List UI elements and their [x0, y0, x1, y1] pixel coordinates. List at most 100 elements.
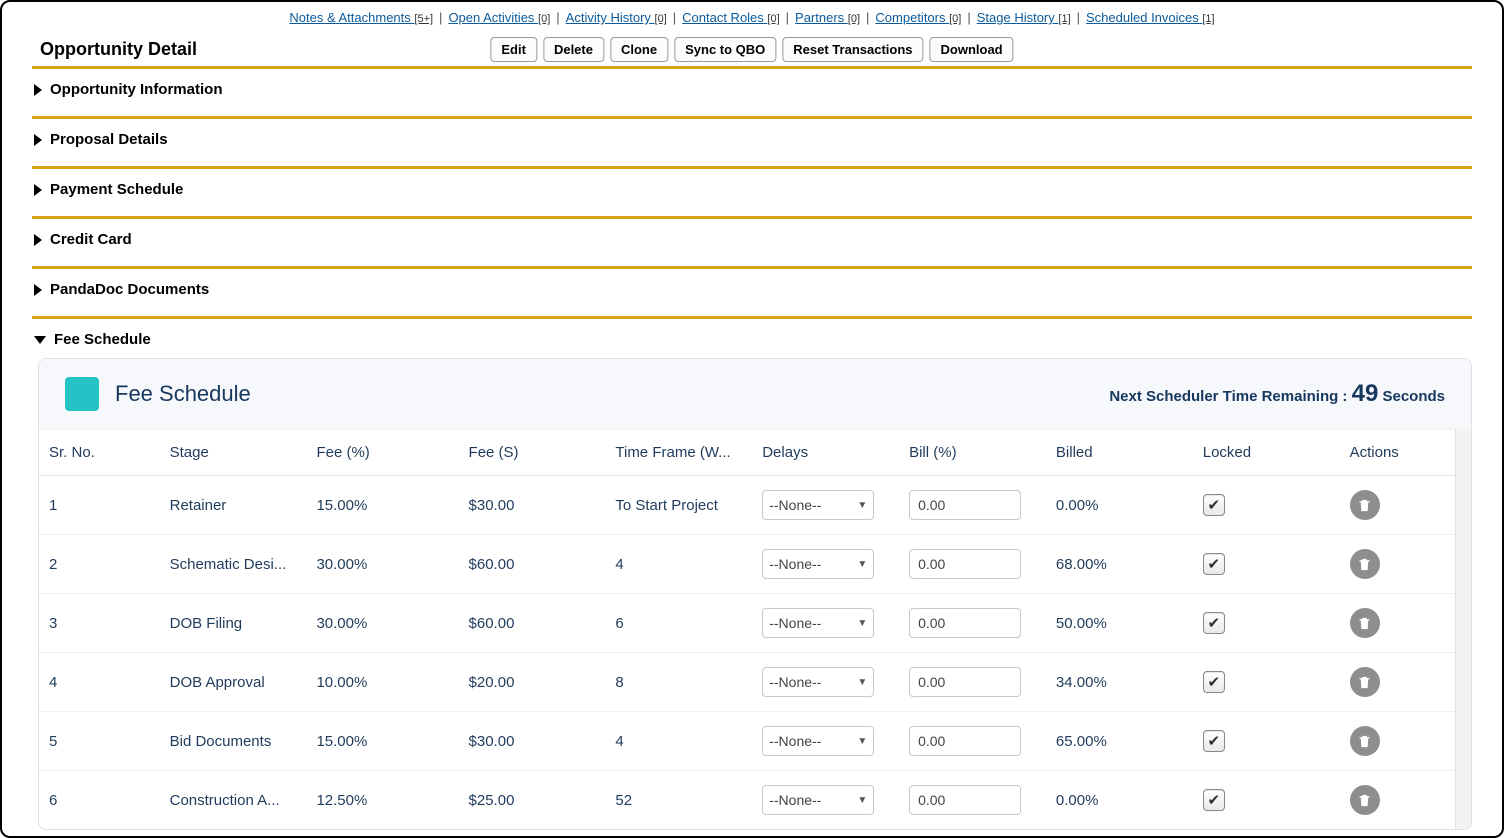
cell-billed: 0.00% — [1046, 771, 1193, 830]
delays-select[interactable]: --None--▼ — [762, 490, 874, 520]
col-stage[interactable]: Stage — [160, 430, 307, 476]
related-list-link[interactable]: Open Activities [0] — [448, 10, 550, 25]
vertical-scrollbar[interactable] — [1455, 429, 1471, 829]
delete-row-button[interactable] — [1350, 785, 1380, 815]
edit-button[interactable]: Edit — [490, 37, 537, 62]
cell-fee-amount: $30.00 — [459, 712, 606, 771]
chevron-down-icon: ▼ — [857, 618, 867, 629]
related-list-link[interactable]: Competitors [0] — [875, 10, 961, 25]
col-bill-percent[interactable]: Bill (%) — [899, 430, 1046, 476]
table-row: 2Schematic Desi...30.00%$60.004--None--▼… — [39, 535, 1455, 594]
cell-fee-amount: $60.00 — [459, 535, 606, 594]
bill-percent-input[interactable] — [909, 667, 1021, 697]
cell-sr-no[interactable]: 4 — [39, 653, 160, 712]
related-list-count: [0] — [538, 13, 550, 25]
cell-sr-no[interactable]: 5 — [39, 712, 160, 771]
cell-sr-no[interactable]: 2 — [39, 535, 160, 594]
col-fee-amount[interactable]: Fee (S) — [459, 430, 606, 476]
section-payment-schedule[interactable]: Payment Schedule — [32, 181, 1472, 198]
related-list-count: [0] — [848, 13, 860, 25]
cell-sr-no[interactable]: 3 — [39, 594, 160, 653]
delays-select[interactable]: --None--▼ — [762, 667, 874, 697]
cell-sr-no[interactable]: 6 — [39, 771, 160, 830]
section-opportunity-information[interactable]: Opportunity Information — [32, 81, 1472, 98]
cell-time-frame: 8 — [605, 653, 752, 712]
fee-schedule-icon — [65, 377, 99, 411]
cell-stage[interactable]: Retainer — [160, 476, 307, 535]
cell-stage[interactable]: Bid Documents — [160, 712, 307, 771]
bill-percent-input[interactable] — [909, 726, 1021, 756]
related-list-link[interactable]: Contact Roles [0] — [682, 10, 780, 25]
delays-select[interactable]: --None--▼ — [762, 608, 874, 638]
cell-billed: 0.00% — [1046, 476, 1193, 535]
cell-fee-percent: 15.00% — [306, 712, 458, 771]
sync-qbo-button[interactable]: Sync to QBO — [674, 37, 776, 62]
related-list-link[interactable]: Scheduled Invoices [1] — [1086, 10, 1215, 25]
clone-button[interactable]: Clone — [610, 37, 668, 62]
fee-schedule-title: Fee Schedule — [115, 381, 251, 407]
cell-fee-percent: 12.50% — [306, 771, 458, 830]
table-row: 3DOB Filing30.00%$60.006--None--▼50.00%✔ — [39, 594, 1455, 653]
cell-fee-percent: 30.00% — [306, 535, 458, 594]
delays-select[interactable]: --None--▼ — [762, 726, 874, 756]
delete-row-button[interactable] — [1350, 490, 1380, 520]
related-list-link[interactable]: Activity History [0] — [566, 10, 667, 25]
related-list-count: [1] — [1202, 13, 1214, 25]
col-actions[interactable]: Actions — [1340, 430, 1455, 476]
chevron-down-icon: ▼ — [857, 500, 867, 511]
cell-fee-percent: 15.00% — [306, 476, 458, 535]
cell-sr-no[interactable]: 1 — [39, 476, 160, 535]
table-row: 4DOB Approval10.00%$20.008--None--▼34.00… — [39, 653, 1455, 712]
section-fee-schedule[interactable]: Fee Schedule — [32, 331, 1472, 348]
download-button[interactable]: Download — [930, 37, 1014, 62]
cell-stage[interactable]: DOB Approval — [160, 653, 307, 712]
bill-percent-input[interactable] — [909, 549, 1021, 579]
col-sr-no[interactable]: Sr. No. — [39, 430, 160, 476]
chevron-down-icon: ▼ — [857, 795, 867, 806]
delays-select[interactable]: --None--▼ — [762, 785, 874, 815]
bill-percent-input[interactable] — [909, 608, 1021, 638]
page-title: Opportunity Detail — [40, 39, 197, 60]
bill-percent-input[interactable] — [909, 785, 1021, 815]
section-pandadoc-documents[interactable]: PandaDoc Documents — [32, 281, 1472, 298]
locked-checkbox[interactable]: ✔ — [1203, 789, 1225, 811]
bill-percent-input[interactable] — [909, 490, 1021, 520]
chevron-right-icon — [34, 284, 42, 296]
cell-stage[interactable]: Schematic Desi... — [160, 535, 307, 594]
related-list-count: [5+] — [414, 13, 433, 25]
col-fee-percent[interactable]: Fee (%) — [306, 430, 458, 476]
col-locked[interactable]: Locked — [1193, 430, 1340, 476]
cell-stage[interactable]: Construction A... — [160, 771, 307, 830]
delete-row-button[interactable] — [1350, 608, 1380, 638]
locked-checkbox[interactable]: ✔ — [1203, 494, 1225, 516]
reset-transactions-button[interactable]: Reset Transactions — [782, 37, 923, 62]
delete-button[interactable]: Delete — [543, 37, 604, 62]
related-list-count: [0] — [655, 13, 667, 25]
cell-stage[interactable]: DOB Filing — [160, 594, 307, 653]
table-row: 1Retainer15.00%$30.00To Start Project--N… — [39, 476, 1455, 535]
locked-checkbox[interactable]: ✔ — [1203, 671, 1225, 693]
col-billed[interactable]: Billed — [1046, 430, 1193, 476]
delays-select[interactable]: --None--▼ — [762, 549, 874, 579]
chevron-down-icon: ▼ — [857, 677, 867, 688]
locked-checkbox[interactable]: ✔ — [1203, 553, 1225, 575]
section-proposal-details[interactable]: Proposal Details — [32, 131, 1472, 148]
action-button-row: Edit Delete Clone Sync to QBO Reset Tran… — [490, 37, 1013, 62]
related-list-link[interactable]: Stage History [1] — [977, 10, 1071, 25]
delete-row-button[interactable] — [1350, 667, 1380, 697]
col-delays[interactable]: Delays — [752, 430, 899, 476]
col-time-frame[interactable]: Time Frame (W... — [605, 430, 752, 476]
chevron-down-icon: ▼ — [857, 559, 867, 570]
chevron-right-icon — [34, 234, 42, 246]
related-list-count: [0] — [767, 13, 779, 25]
locked-checkbox[interactable]: ✔ — [1203, 730, 1225, 752]
cell-fee-amount: $30.00 — [459, 476, 606, 535]
delete-row-button[interactable] — [1350, 726, 1380, 756]
chevron-down-icon — [34, 336, 46, 344]
delete-row-button[interactable] — [1350, 549, 1380, 579]
locked-checkbox[interactable]: ✔ — [1203, 612, 1225, 634]
related-list-link[interactable]: Notes & Attachments [5+] — [289, 10, 433, 25]
cell-time-frame: 4 — [605, 712, 752, 771]
section-credit-card[interactable]: Credit Card — [32, 231, 1472, 248]
related-list-link[interactable]: Partners [0] — [795, 10, 860, 25]
